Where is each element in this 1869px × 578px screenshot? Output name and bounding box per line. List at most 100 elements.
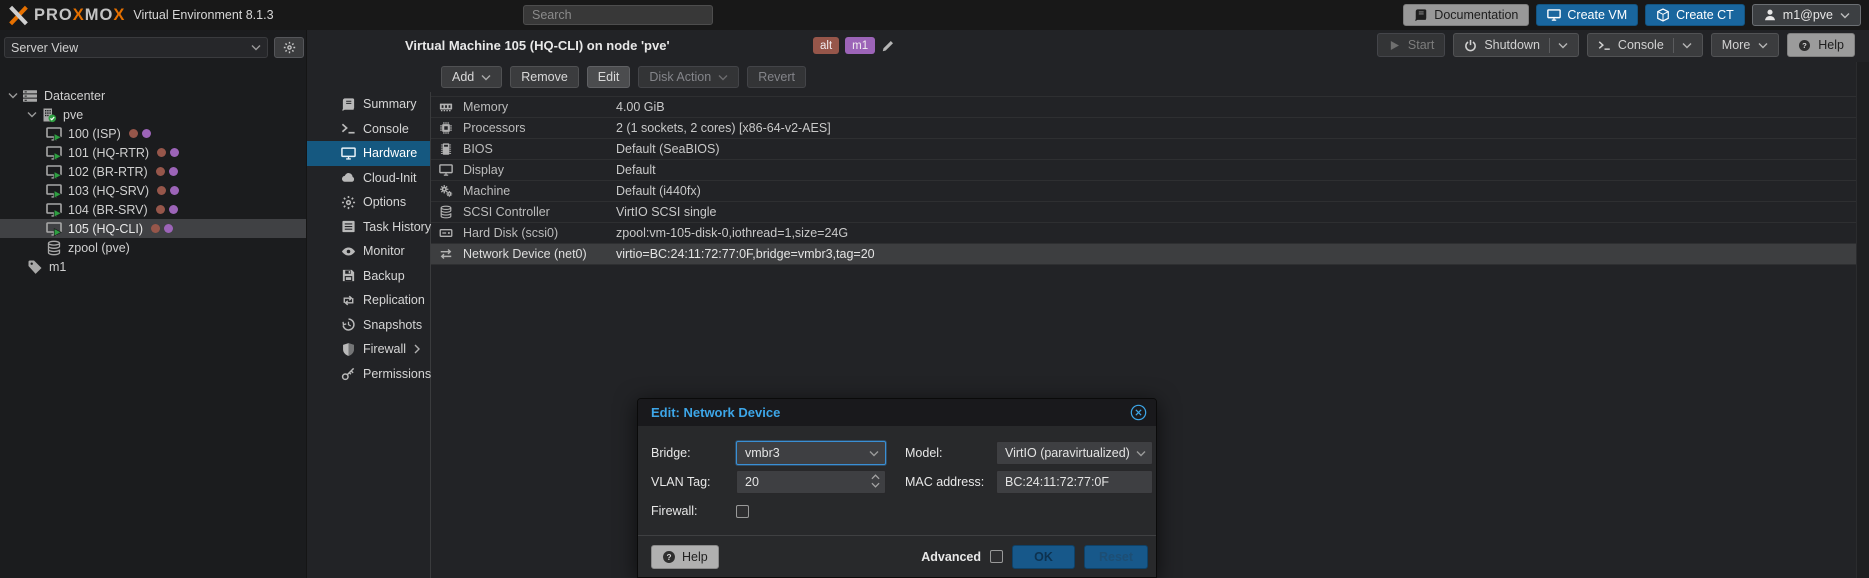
list-icon	[341, 219, 356, 234]
tree-item-104-br-srv[interactable]: 104 (BR-SRV)	[0, 200, 306, 219]
edit-button[interactable]: Edit	[587, 66, 631, 88]
shutdown-button[interactable]: Shutdown	[1453, 33, 1579, 57]
floppy-icon	[341, 268, 356, 283]
book-icon	[341, 97, 356, 112]
ok-button[interactable]: OK	[1012, 545, 1075, 569]
model-label: Model:	[905, 446, 996, 460]
hardware-row-scsi-controller[interactable]: SCSI ControllerVirtIO SCSI single	[431, 202, 1856, 223]
scrollbar[interactable]	[1856, 62, 1869, 578]
expander-chevron-down-icon[interactable]	[8, 92, 18, 99]
model-select[interactable]: VirtIO (paravirtualized)	[996, 441, 1153, 465]
more-button[interactable]: More	[1711, 33, 1779, 57]
tab-summary[interactable]: Summary	[307, 92, 430, 117]
hardware-row-machine[interactable]: MachineDefault (i440fx)	[431, 181, 1856, 202]
edit-tags-pencil-icon[interactable]	[881, 39, 895, 53]
tab-backup[interactable]: Backup	[307, 264, 430, 289]
create-vm-label: Create VM	[1567, 8, 1627, 22]
documentation-button[interactable]: Documentation	[1403, 4, 1529, 26]
chevron-down-icon	[869, 450, 879, 457]
create-ct-button[interactable]: Create CT	[1645, 4, 1745, 26]
play-icon	[1388, 39, 1401, 52]
view-selector[interactable]: Server View	[4, 37, 268, 58]
tab-cloud-init[interactable]: Cloud-Init	[307, 166, 430, 191]
monitor-icon	[341, 146, 356, 161]
tab-hardware[interactable]: Hardware	[307, 141, 430, 166]
hardware-row-processors[interactable]: Processors2 (1 sockets, 2 cores) [x86-64…	[431, 118, 1856, 139]
chevron-down-icon	[481, 74, 491, 81]
hardware-row-bios[interactable]: BIOSDefault (SeaBIOS)	[431, 139, 1856, 160]
hardware-row-label: Network Device (net0)	[463, 247, 616, 261]
firewall-checkbox[interactable]	[736, 505, 749, 518]
tab-label: Options	[363, 195, 406, 209]
mac-address-input[interactable]	[1005, 475, 1144, 489]
tree-item-pve[interactable]: pve	[0, 105, 306, 124]
tab-monitor[interactable]: Monitor	[307, 239, 430, 264]
bridge-select[interactable]: vmbr3	[736, 441, 886, 465]
tree-item-105-hq-cli[interactable]: 105 (HQ-CLI)	[0, 219, 306, 238]
reset-button[interactable]: Reset	[1084, 545, 1148, 569]
tab-firewall[interactable]: Firewall	[307, 337, 430, 362]
tag-dot	[170, 186, 179, 195]
tree-item-datacenter[interactable]: Datacenter	[0, 86, 306, 105]
help-label: Help	[1818, 38, 1844, 52]
tree-item-101-hq-rtr[interactable]: 101 (HQ-RTR)	[0, 143, 306, 162]
tab-console[interactable]: Console	[307, 117, 430, 142]
replication-icon	[341, 293, 356, 308]
number-spinner[interactable]	[871, 474, 880, 488]
hardware-row-label: Processors	[463, 121, 616, 135]
search-input[interactable]	[523, 5, 713, 25]
person-icon	[1763, 8, 1777, 22]
hardware-row-memory[interactable]: Memory4.00 GiB	[431, 97, 1856, 118]
chevron-down-icon[interactable]	[1558, 42, 1568, 49]
hardware-table: Memory4.00 GiBProcessors2 (1 sockets, 2 …	[431, 96, 1856, 265]
disk-action-button[interactable]: Disk Action	[638, 66, 739, 88]
hardware-row-value: virtio=BC:24:11:72:77:0F,bridge=vmbr3,ta…	[616, 247, 875, 261]
help-button[interactable]: ?Help	[1787, 33, 1855, 57]
tree-item-102-br-rtr[interactable]: 102 (BR-RTR)	[0, 162, 306, 181]
tab-label: Permissions	[363, 367, 431, 381]
vm-icon	[46, 145, 62, 161]
tab-snapshots[interactable]: Snapshots	[307, 313, 430, 338]
tag-dot	[129, 129, 138, 138]
start-button[interactable]: Start	[1377, 33, 1445, 57]
tab-label: Console	[363, 122, 409, 136]
tree-item-100-isp[interactable]: 100 (ISP)	[0, 124, 306, 143]
advanced-checkbox[interactable]	[990, 550, 1003, 563]
dialog-header[interactable]: Edit: Network Device	[638, 399, 1156, 426]
hardware-row-display[interactable]: DisplayDefault	[431, 160, 1856, 181]
close-icon[interactable]	[1130, 404, 1147, 421]
chevron-up-icon[interactable]	[871, 474, 880, 480]
vlan-tag-input[interactable]	[745, 475, 877, 489]
tree-item-label: 105 (HQ-CLI)	[68, 222, 143, 236]
hardware-row-value: Default (SeaBIOS)	[616, 142, 720, 156]
tree-item-zpool-pve[interactable]: zpool (pve)	[0, 238, 306, 257]
hardware-row-network-device-net0[interactable]: Network Device (net0)virtio=BC:24:11:72:…	[431, 244, 1856, 265]
hardware-row-hard-disk-scsi0[interactable]: Hard Disk (scsi0)zpool:vm-105-disk-0,iot…	[431, 223, 1856, 244]
tab-permissions[interactable]: Permissions	[307, 362, 430, 387]
vm-menu: Summary Console HardwareCloud-Init Options T…	[307, 92, 431, 578]
memory-icon	[439, 100, 453, 114]
chevron-down-icon[interactable]	[1682, 42, 1692, 49]
user-menu-button[interactable]: m1@pve	[1752, 4, 1861, 26]
chevron-down-icon[interactable]	[871, 482, 880, 488]
expander-chevron-down-icon[interactable]	[27, 111, 37, 118]
tree-item-103-hq-srv[interactable]: 103 (HQ-SRV)	[0, 181, 306, 200]
tab-replication[interactable]: Replication	[307, 288, 430, 313]
tree-item-m1[interactable]: m1	[0, 257, 306, 276]
gear-icon	[283, 41, 296, 54]
tree-settings-button[interactable]	[274, 37, 304, 58]
remove-button[interactable]: Remove	[510, 66, 579, 88]
revert-button[interactable]: Revert	[747, 66, 806, 88]
create-vm-button[interactable]: Create VM	[1536, 4, 1638, 26]
tab-task-history[interactable]: Task History	[307, 215, 430, 240]
tag-dot	[169, 167, 178, 176]
monitor-icon	[1547, 8, 1561, 22]
proxmox-logo-icon	[8, 5, 29, 26]
tab-label: Monitor	[363, 244, 405, 258]
console-button[interactable]: Console	[1587, 33, 1703, 57]
add-button[interactable]: Add	[441, 66, 502, 88]
dialog-help-button[interactable]: ? Help	[651, 545, 719, 569]
tab-options[interactable]: Options	[307, 190, 430, 215]
tree-item-label: 104 (BR-SRV)	[68, 203, 148, 217]
tag-dot	[164, 224, 173, 233]
